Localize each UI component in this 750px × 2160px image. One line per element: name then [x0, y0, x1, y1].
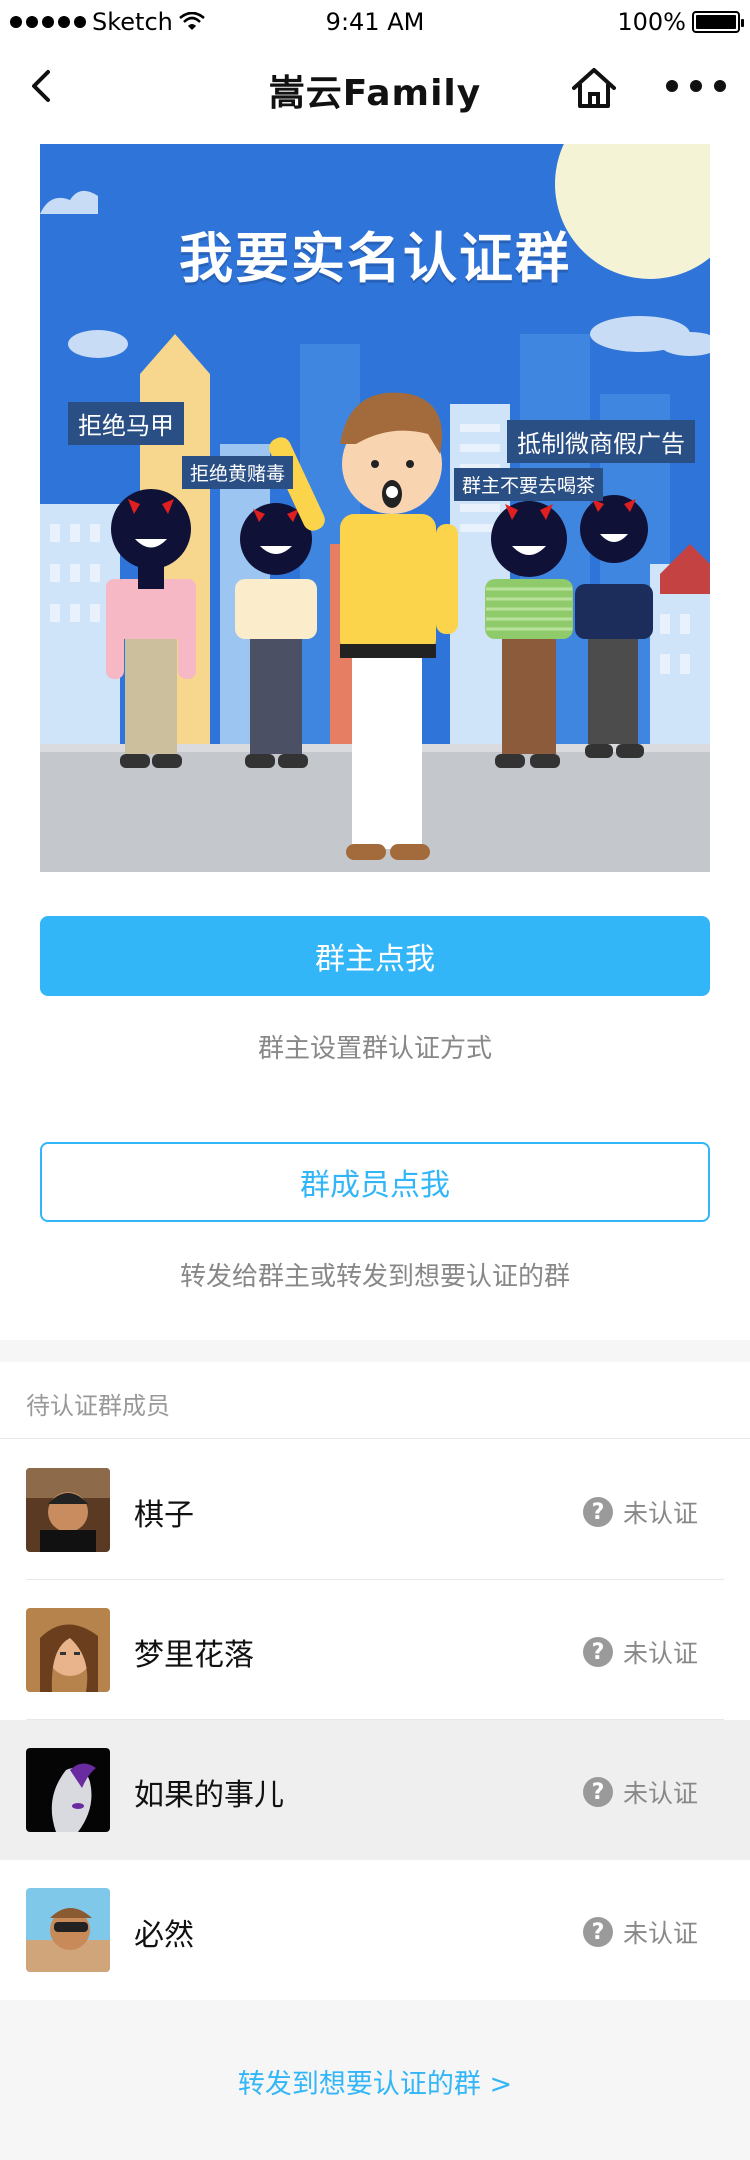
avatar: [26, 1608, 110, 1692]
more-icon[interactable]: [666, 66, 726, 106]
status-label: 未认证: [622, 1779, 698, 1808]
speech-bubble: 拒绝黄赌毒: [182, 456, 294, 489]
status-badge: ? 未认证: [582, 1634, 698, 1670]
status-label: 未认证: [622, 1919, 698, 1948]
member-name: 梦里花落: [134, 1638, 254, 1673]
footer: 转发到想要认证的群 >: [0, 2000, 750, 2160]
list-item[interactable]: 梦里花落 ? 未认证: [0, 1580, 750, 1720]
list-item[interactable]: 如果的事儿 ? 未认证: [0, 1720, 750, 1860]
home-icon[interactable]: [566, 60, 622, 116]
avatar: [26, 1468, 110, 1552]
status-label: 未认证: [622, 1499, 698, 1528]
member-name: 棋子: [134, 1498, 194, 1533]
forward-link[interactable]: 转发到想要认证的群 >: [0, 2062, 750, 2101]
status-badge: ? 未认证: [582, 1774, 698, 1810]
status-label: 未认证: [622, 1639, 698, 1668]
speech-bubble: 抵制微商假广告: [507, 420, 695, 463]
member-name: 如果的事儿: [134, 1778, 284, 1813]
avatar: [26, 1888, 110, 1972]
banner-illustration: 我要实名认证群 拒绝马甲 拒绝黄赌毒 抵制微商假广告 群主不要去喝茶: [40, 144, 710, 872]
status-badge: ? 未认证: [582, 1914, 698, 1950]
section-separator: [0, 1340, 750, 1362]
owner-button[interactable]: 群主点我: [40, 916, 710, 996]
question-icon: ?: [582, 1637, 613, 1667]
question-icon: ?: [582, 1917, 613, 1947]
member-button[interactable]: 群成员点我: [40, 1142, 710, 1222]
list-item[interactable]: 必然 ? 未认证: [0, 1860, 750, 2000]
divider: [0, 1438, 750, 1439]
member-list: 棋子 ? 未认证 梦里花落 ? 未认证 如果的事儿 ? 未认证 必然 ? 未认证: [0, 1440, 750, 2000]
list-item[interactable]: 棋子 ? 未认证: [0, 1440, 750, 1580]
speech-bubble: 群主不要去喝茶: [454, 468, 604, 501]
status-bar-right: 100%: [617, 8, 744, 36]
question-icon: ?: [582, 1497, 613, 1527]
member-name: 必然: [134, 1918, 194, 1953]
owner-hint: 群主设置群认证方式: [257, 1034, 492, 1064]
battery-icon: [692, 11, 744, 33]
nav-bar: 嵩云Family: [0, 44, 750, 132]
question-icon: ?: [582, 1777, 613, 1807]
status-badge: ? 未认证: [582, 1494, 698, 1530]
pending-section-title: 待认证群成员: [26, 1392, 170, 1420]
member-hint: 转发给群主或转发到想要认证的群: [179, 1262, 570, 1292]
status-bar: Sketch 9:41 AM 100%: [0, 0, 750, 44]
battery-percent: 100%: [617, 8, 686, 36]
avatar: [26, 1748, 110, 1832]
speech-bubble: 拒绝马甲: [68, 402, 184, 445]
page-title: 嵩云Family: [268, 73, 482, 114]
banner-title: 我要实名认证群: [179, 227, 571, 290]
